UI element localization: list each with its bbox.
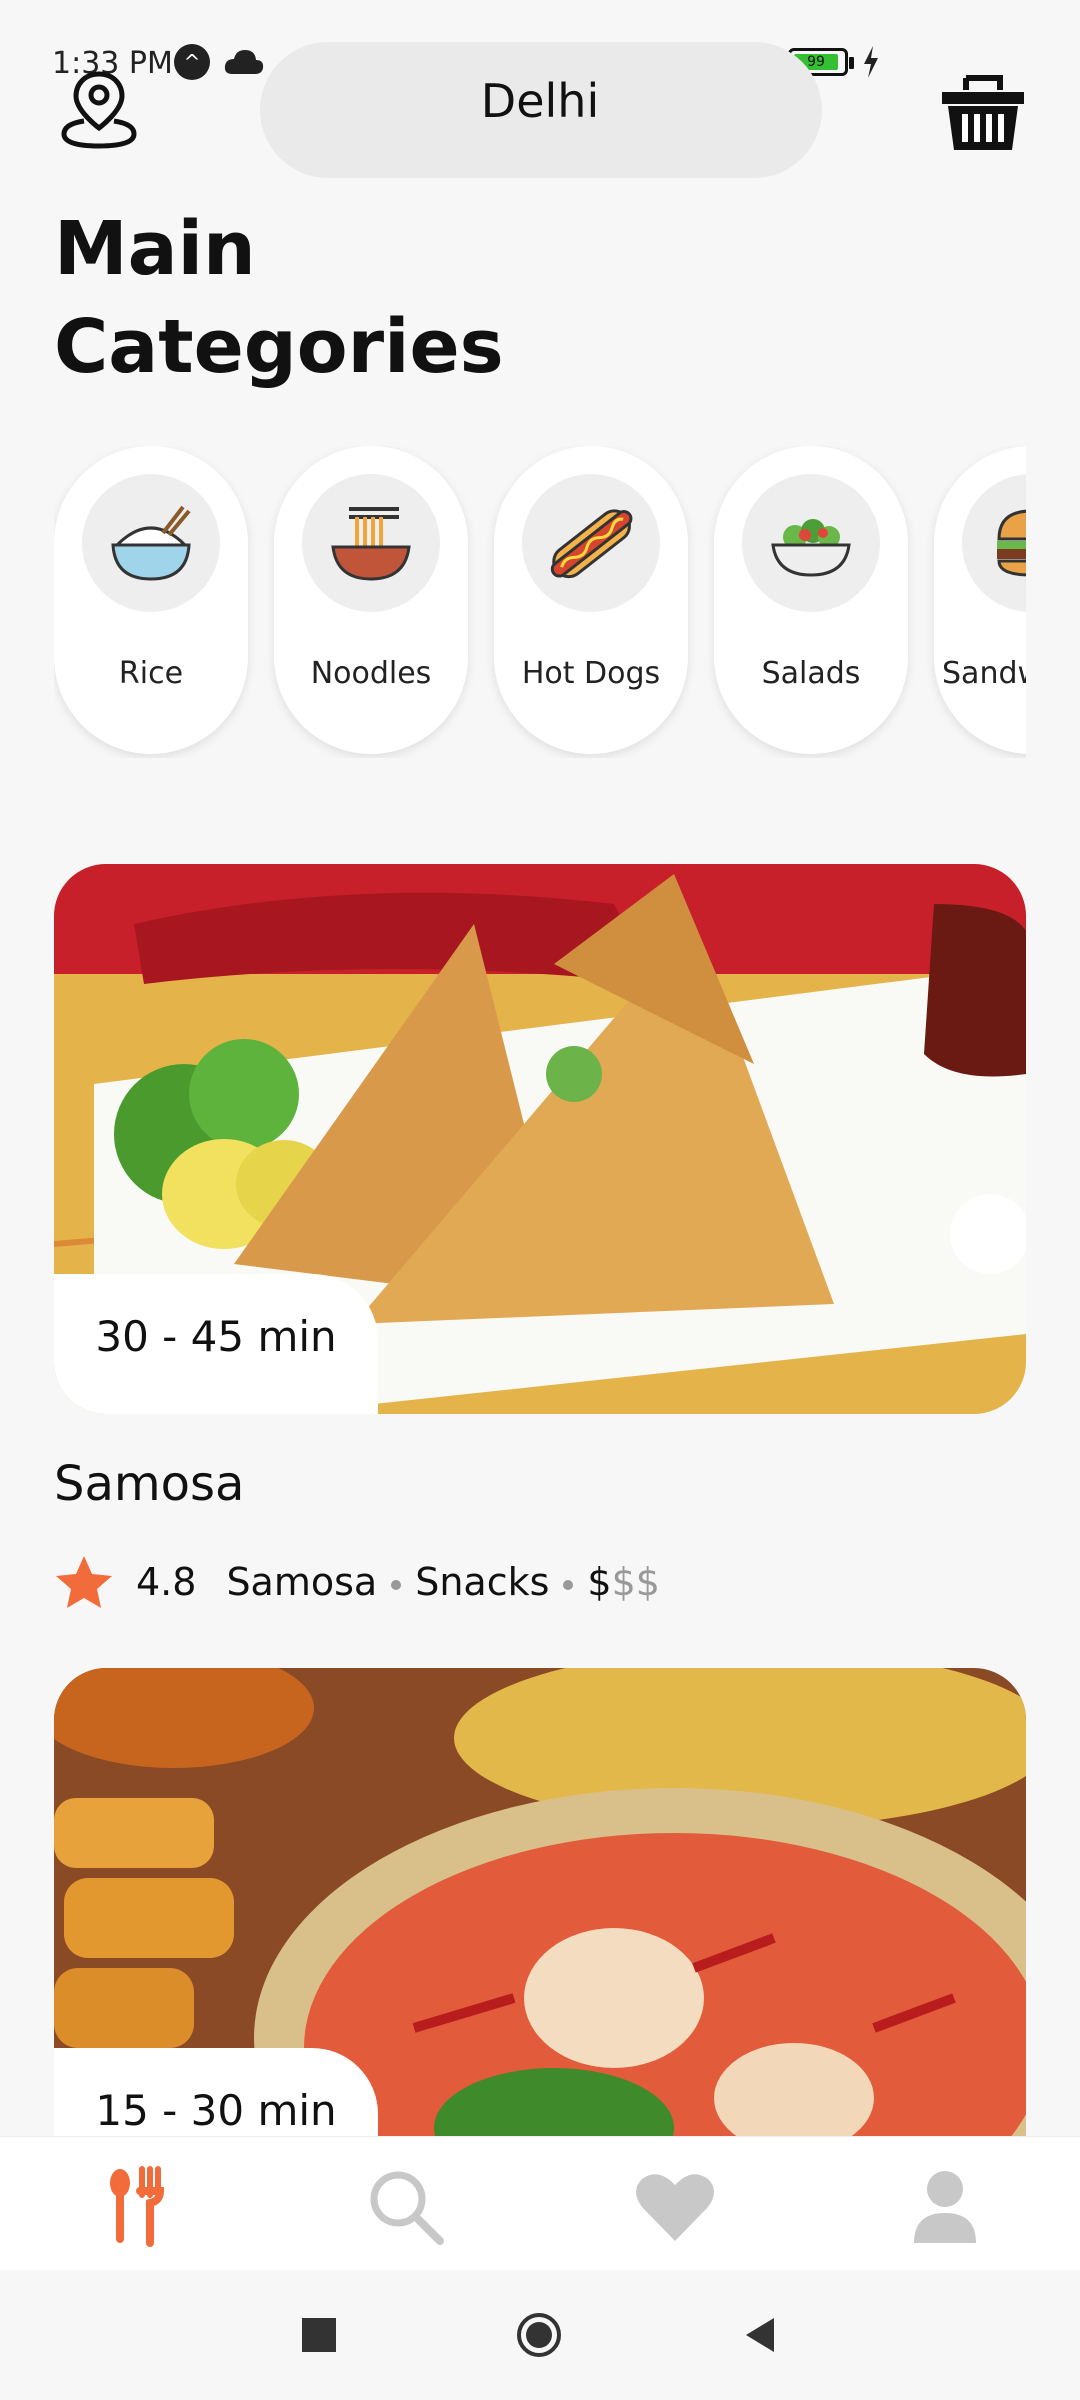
back-button[interactable]	[736, 2310, 786, 2360]
category-card-noodles[interactable]: Noodles	[274, 446, 468, 754]
burger-icon	[962, 474, 1026, 612]
nav-profile[interactable]	[900, 2161, 990, 2251]
fork-knife-icon	[110, 2166, 165, 2247]
food-card-image[interactable]: 30 - 45 min	[54, 864, 1026, 1414]
price-level-active: $	[587, 1560, 612, 1604]
separator-dot	[391, 1580, 402, 1590]
page-title-line1: Main	[54, 206, 256, 292]
category-list[interactable]: Rice Noodles Hot Dogs Salads Sandwiches	[54, 446, 1026, 758]
category-label: Sandwiches	[942, 656, 1026, 691]
basket-icon[interactable]	[938, 66, 1028, 156]
page-title: Main Categories	[54, 200, 504, 396]
home-button[interactable]	[514, 2310, 564, 2360]
recent-apps-button[interactable]	[294, 2310, 344, 2360]
category-label: Noodles	[310, 656, 432, 691]
food-name[interactable]: Samosa	[54, 1456, 244, 1512]
nav-favorites[interactable]	[630, 2161, 720, 2251]
food-tag: Samosa	[226, 1560, 378, 1604]
star-icon	[56, 1556, 112, 1608]
noodles-icon	[302, 474, 440, 612]
page-title-line2: Categories	[54, 304, 504, 390]
category-label: Hot Dogs	[521, 656, 661, 691]
separator-dot	[563, 1580, 574, 1590]
location-label: Delhi	[480, 74, 600, 128]
location-pin-icon[interactable]	[54, 66, 144, 156]
nav-home[interactable]	[92, 2161, 182, 2251]
delivery-time-2: 15 - 30 min	[95, 2086, 337, 2135]
delivery-time-badge: 30 - 45 min	[54, 1274, 378, 1414]
delivery-time: 30 - 45 min	[95, 1312, 337, 1361]
bottom-navigation	[0, 2136, 1080, 2271]
food-category: Snacks	[415, 1560, 550, 1604]
food-card-image-2[interactable]: 15 - 30 min	[54, 1668, 1026, 2188]
system-navigation-bar	[0, 2270, 1080, 2400]
heart-icon	[636, 2174, 714, 2241]
hot-dog-icon	[522, 474, 660, 612]
search-icon	[370, 2171, 444, 2245]
category-card-hot-dogs[interactable]: Hot Dogs	[494, 446, 688, 754]
category-card-sandwiches[interactable]: Sandwiches	[934, 446, 1026, 754]
user-icon	[914, 2171, 976, 2243]
price-level-inactive: $$	[611, 1560, 660, 1604]
category-card-salads[interactable]: Salads	[714, 446, 908, 754]
salad-icon	[742, 474, 880, 612]
category-label: Rice	[118, 656, 184, 691]
nav-search[interactable]	[360, 2161, 450, 2251]
food-meta: 4.8 Samosa Snacks $ $$	[54, 1552, 660, 1612]
category-card-rice[interactable]: Rice	[54, 446, 248, 754]
food-rating: 4.8	[136, 1560, 197, 1604]
category-label: Salads	[761, 656, 861, 691]
rice-bowl-icon	[82, 474, 220, 612]
